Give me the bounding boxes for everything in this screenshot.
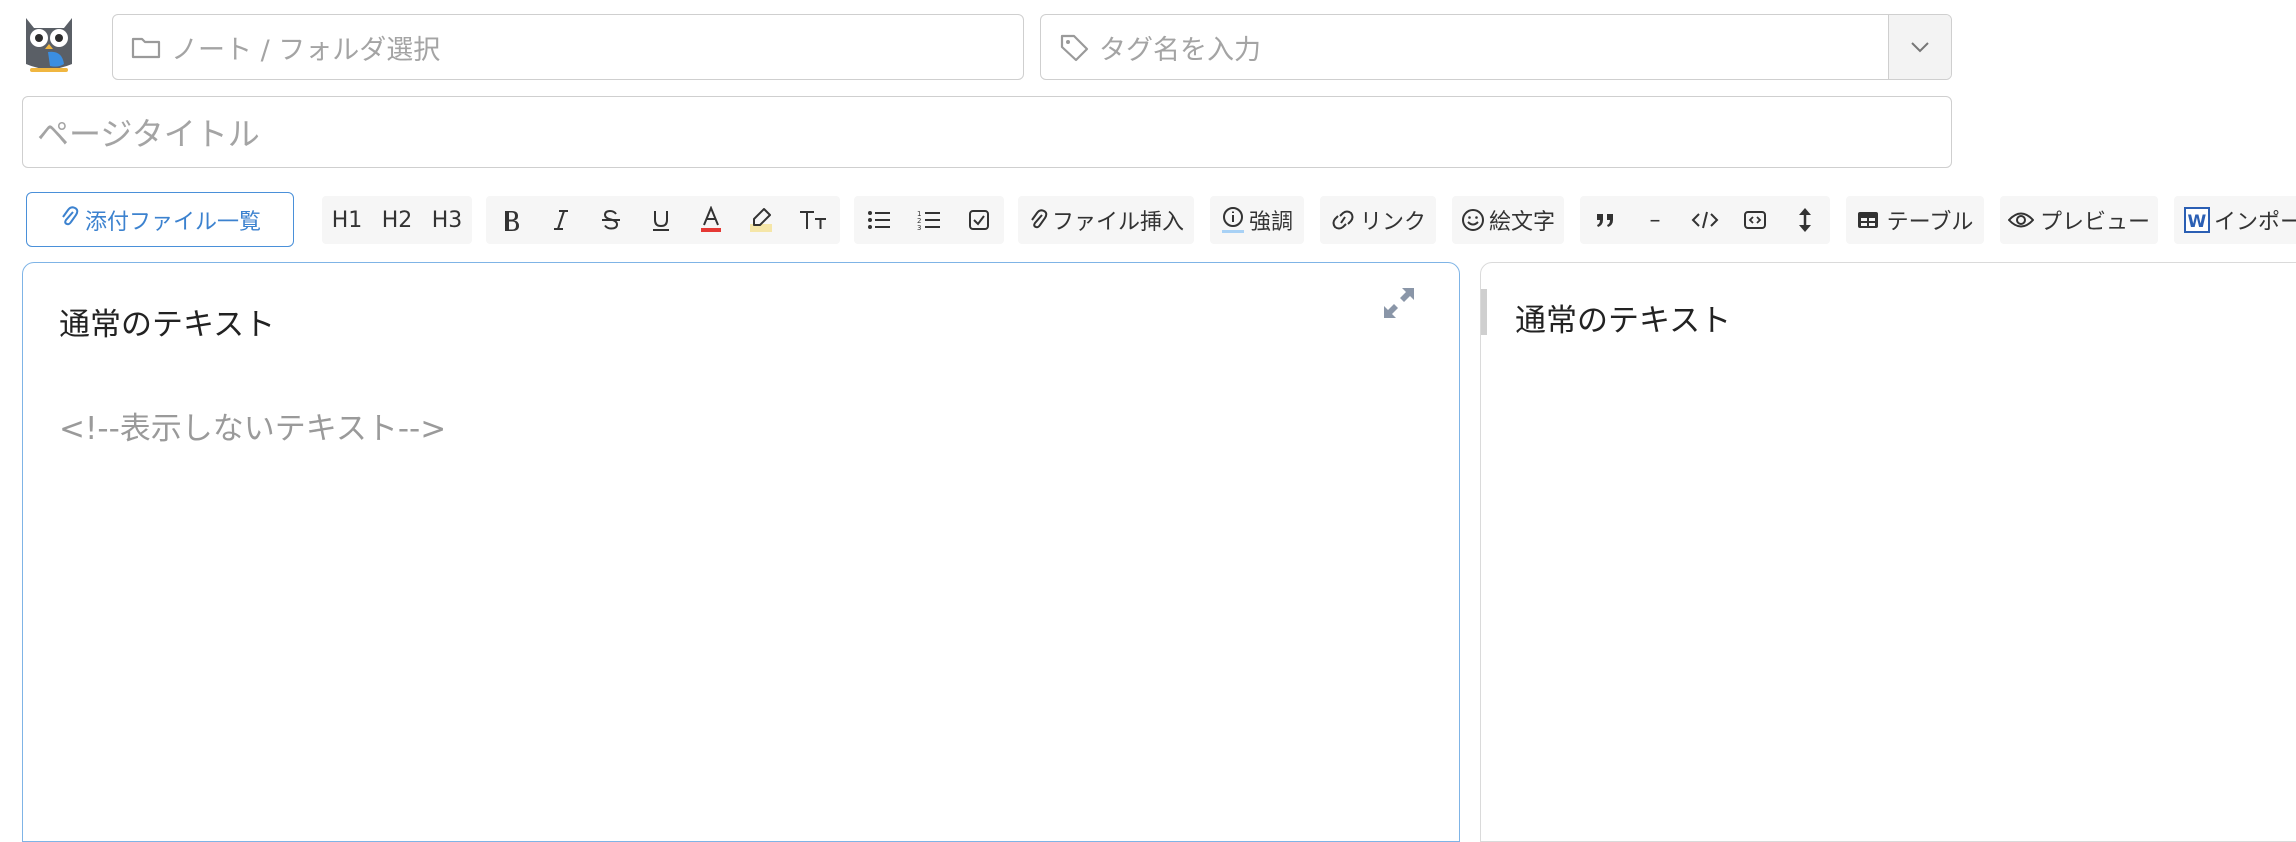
page-title-input[interactable]: ページタイトル <box>22 96 1952 168</box>
bold-icon <box>500 208 522 232</box>
bold-button[interactable] <box>486 196 536 244</box>
table-group: テーブル <box>1846 196 1984 244</box>
highlight-button[interactable] <box>736 196 786 244</box>
info-icon <box>1221 206 1245 234</box>
attachment-list-button[interactable]: 添付ファイル一覧 <box>26 192 294 247</box>
emoji-group: 絵文字 <box>1452 196 1564 244</box>
italic-button[interactable] <box>536 196 586 244</box>
numbered-list-icon: 123 <box>917 209 941 231</box>
preview-line: 通常のテキスト <box>1515 303 1732 339</box>
text-style-group <box>486 196 840 244</box>
h2-button[interactable]: H2 <box>372 196 422 244</box>
numbered-list-button[interactable]: 123 <box>904 196 954 244</box>
import-button[interactable]: W インポー <box>2174 196 2296 244</box>
link-group: リンク <box>1320 196 1436 244</box>
vertical-arrows-icon <box>1797 207 1813 233</box>
markdown-editor[interactable]: 通常のテキスト <!--表示しないテキスト--> <box>22 262 1460 842</box>
emphasis-label: 強調 <box>1248 210 1293 235</box>
h1-button[interactable]: H1 <box>322 196 372 244</box>
bullet-list-icon <box>867 209 891 231</box>
link-label: リンク <box>1359 210 1426 235</box>
preview-pane: 通常のテキスト <box>1480 262 2296 842</box>
paperclip-icon <box>59 205 79 235</box>
note-folder-select[interactable]: ノート / フォルダ選択 <box>112 14 1024 80</box>
svg-text:W: W <box>2188 212 2207 232</box>
bullet-list-button[interactable] <box>854 196 904 244</box>
insert-file-group: ファイル挿入 <box>1018 196 1194 244</box>
editor-line: 通常のテキスト <box>59 307 276 343</box>
strikethrough-button[interactable] <box>586 196 636 244</box>
preview-scroll-indicator <box>1481 289 1487 335</box>
page-title-placeholder: ページタイトル <box>37 115 260 153</box>
insert-file-button[interactable]: ファイル挿入 <box>1018 196 1194 244</box>
quote-icon <box>1594 210 1616 230</box>
insert-file-label: ファイル挿入 <box>1051 210 1184 235</box>
horizontal-rule-button[interactable]: – <box>1630 196 1680 244</box>
attachment-list-label: 添付ファイル一覧 <box>84 209 261 235</box>
smiley-icon <box>1461 208 1485 232</box>
tag-input[interactable]: タグ名を入力 <box>1040 14 1952 80</box>
heading-group: H1 H2 H3 <box>322 196 472 244</box>
font-size-button[interactable] <box>786 196 840 244</box>
svg-text:3: 3 <box>917 224 921 231</box>
preview-label: プレビュー <box>2039 210 2150 235</box>
code-icon <box>1691 209 1719 231</box>
inline-code-button[interactable] <box>1680 196 1730 244</box>
paperclip-icon <box>1028 208 1048 232</box>
eye-icon <box>2007 210 2034 230</box>
text-size-icon <box>798 208 828 232</box>
quote-button[interactable] <box>1580 196 1630 244</box>
h3-label: H3 <box>431 207 463 233</box>
code-block-button[interactable] <box>1730 196 1780 244</box>
emphasis-group: 強調 <box>1210 196 1304 244</box>
import-label: インポー <box>2214 210 2296 235</box>
checklist-button[interactable] <box>954 196 1004 244</box>
list-group: 123 <box>854 196 1004 244</box>
font-color-icon <box>699 206 723 234</box>
owl-logo-icon <box>18 14 80 78</box>
h1-label: H1 <box>331 207 363 233</box>
emoji-button[interactable]: 絵文字 <box>1452 196 1564 244</box>
strikethrough-icon <box>600 208 622 232</box>
highlighter-icon <box>748 206 774 234</box>
tag-icon <box>1057 30 1091 64</box>
import-group: W インポー <box>2174 196 2296 244</box>
link-button[interactable]: リンク <box>1320 196 1436 244</box>
preview-button[interactable]: プレビュー <box>2000 196 2158 244</box>
emphasis-button[interactable]: 強調 <box>1210 196 1304 244</box>
table-label: テーブル <box>1886 210 1974 235</box>
code-block-icon <box>1743 209 1767 231</box>
italic-icon <box>551 208 571 232</box>
h3-button[interactable]: H3 <box>422 196 472 244</box>
word-icon: W <box>2184 207 2210 233</box>
preview-group: プレビュー <box>2000 196 2158 244</box>
note-folder-placeholder: ノート / フォルダ選択 <box>171 34 441 66</box>
table-icon <box>1857 210 1879 230</box>
tag-placeholder: タグ名を入力 <box>1099 34 1261 66</box>
underline-icon <box>650 208 672 232</box>
editor-comment-line: <!--表示しないテキスト--> <box>59 411 447 447</box>
block-group: – <box>1580 196 1830 244</box>
underline-button[interactable] <box>636 196 686 244</box>
checkbox-icon <box>968 209 990 231</box>
link-icon <box>1330 209 1356 231</box>
expand-icon[interactable] <box>1381 285 1417 321</box>
table-button[interactable]: テーブル <box>1846 196 1984 244</box>
h2-label: H2 <box>381 207 413 233</box>
emoji-label: 絵文字 <box>1488 210 1555 235</box>
chevron-down-icon <box>1910 38 1930 57</box>
tag-dropdown-button[interactable] <box>1888 15 1951 79</box>
font-color-button[interactable] <box>686 196 736 244</box>
horizontal-rule-label: – <box>1649 207 1661 233</box>
collapse-button[interactable] <box>1780 196 1830 244</box>
folder-icon <box>129 30 163 64</box>
